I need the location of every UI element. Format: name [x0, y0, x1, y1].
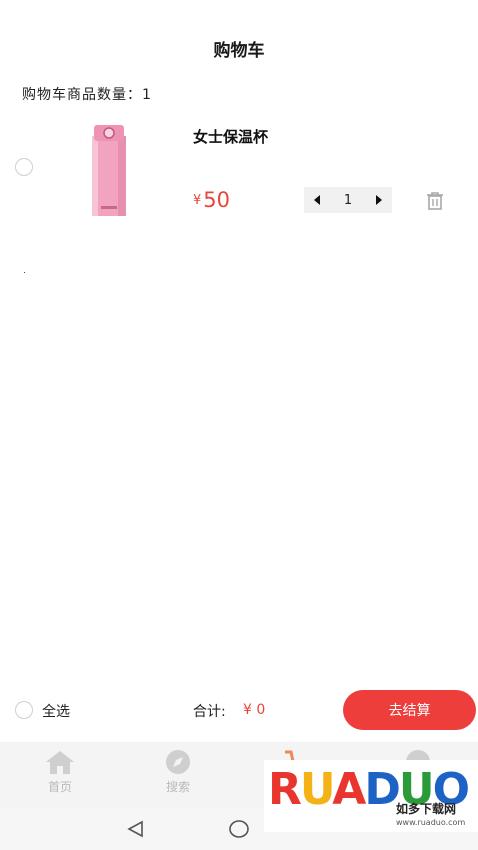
cart-count-label: 购物车商品数量： [22, 87, 142, 103]
quantity-value[interactable]: 1 [344, 193, 352, 208]
product-image[interactable] [88, 122, 130, 218]
watermark-name: 如多下载网 [396, 802, 457, 816]
cart-item: 女士保温杯 ¥50 1 [0, 118, 478, 228]
tab-search[interactable]: 搜索 [148, 748, 208, 795]
item-select-radio[interactable] [15, 158, 33, 176]
trash-icon[interactable] [424, 190, 446, 212]
decrease-button[interactable] [304, 187, 330, 213]
cart-count: 购物车商品数量：1 [22, 84, 152, 104]
cart-count-value: 1 [142, 87, 152, 103]
stray-dot [24, 272, 25, 273]
watermark-url: www.ruaduo.com [396, 818, 466, 827]
increase-button[interactable] [366, 187, 392, 213]
price-value: 50 [203, 188, 231, 212]
compass-icon [166, 750, 190, 774]
product-name[interactable]: 女士保温杯 [193, 126, 268, 147]
tab-home[interactable]: 首页 [30, 748, 90, 795]
page-title: 购物车 [213, 41, 265, 61]
triangle-left-icon [314, 195, 320, 205]
home-icon [46, 751, 74, 774]
total-currency: ¥ [243, 702, 252, 718]
total-label: 合计: [193, 704, 226, 720]
site-watermark: RUADUO 如多下载网 www.ruaduo.com [264, 760, 478, 832]
tab-home-label: 首页 [47, 780, 72, 794]
tab-search-label: 搜索 [165, 780, 190, 794]
checkout-button[interactable]: 去结算 [343, 690, 476, 730]
checkout-bar: 全选 合计: ¥ 0 去结算 [0, 688, 478, 732]
product-price: ¥50 [193, 188, 230, 212]
total-value: 0 [256, 702, 266, 718]
price-currency: ¥ [193, 193, 202, 208]
back-icon[interactable] [126, 820, 146, 838]
quantity-stepper: 1 [304, 187, 392, 213]
triangle-right-icon [376, 195, 382, 205]
total-amount: ¥ 0 [243, 702, 265, 718]
select-all-label[interactable]: 全选 [42, 701, 70, 721]
select-all-radio[interactable] [15, 701, 33, 719]
home-circle-icon[interactable] [228, 819, 250, 839]
